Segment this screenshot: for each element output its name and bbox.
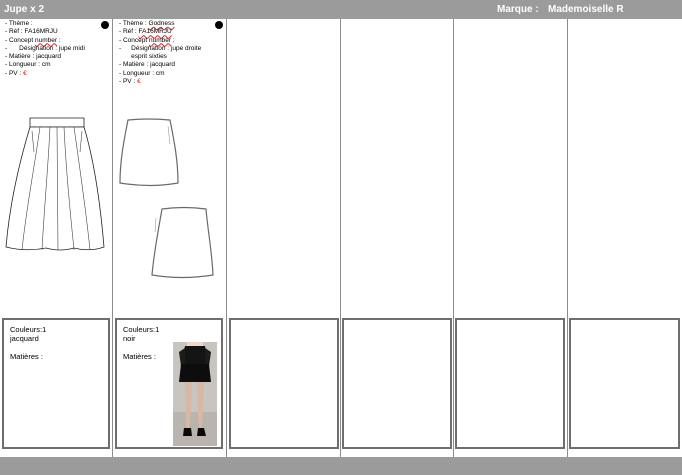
couleurs-count: 1 xyxy=(155,325,160,334)
couleur-name: noir xyxy=(123,334,136,344)
couleurs-label: Couleurs: xyxy=(123,325,156,334)
matieres-label: Matières : xyxy=(123,352,156,362)
color-box-6 xyxy=(569,318,680,449)
color-box-3 xyxy=(229,318,339,449)
color-box-5 xyxy=(455,318,565,449)
couleurs-label: Couleurs: xyxy=(10,325,43,334)
model-photo xyxy=(173,342,217,446)
color-box-1: Couleurs:1 jacquard Matières : xyxy=(2,318,110,449)
color-box-4 xyxy=(342,318,452,449)
footer-bar xyxy=(0,457,682,475)
matieres-label: Matières : xyxy=(10,352,43,362)
couleur-name: jacquard xyxy=(10,334,39,344)
couleurs-count: 1 xyxy=(42,325,47,334)
